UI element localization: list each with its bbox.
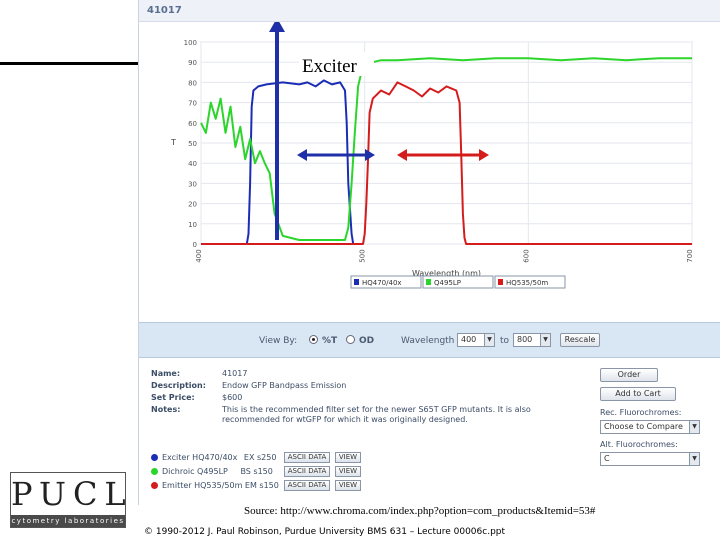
ascii-data-button[interactable]: ASCII DATA <box>284 480 330 491</box>
compare-select-value: Choose to Compare <box>604 422 683 431</box>
add-to-cart-button[interactable]: Add to Cart <box>600 387 676 401</box>
name-key: Name: <box>151 369 181 378</box>
exciter-label: Exciter <box>302 56 358 77</box>
order-button[interactable]: Order <box>600 368 658 382</box>
component-size: EX s250 <box>243 453 277 462</box>
component-row-emitter: Emitter HQ535/50m EM s150 ASCII DATA VIE… <box>151 480 591 492</box>
name-value: 41017 <box>222 369 248 378</box>
y-tick-label: 30 <box>188 180 197 188</box>
view-button[interactable]: VIEW <box>335 466 361 477</box>
legend-label: HQ470/40x <box>362 279 402 287</box>
chart-svg: 0102030405060708090100400 500 600 700TWavel… <box>170 18 694 289</box>
component-text: Emitter HQ535/50m EM s150 <box>162 481 279 490</box>
x-tick-label: 600 <box>522 249 530 262</box>
product-info: Name: 41017 Description: Endow GFP Bandp… <box>139 358 720 505</box>
component-part: Q495LP <box>197 467 228 476</box>
set-price-key: Set Price: <box>151 393 195 402</box>
pct-t-label: %T <box>322 336 338 346</box>
wavelength-label: Wavelength <box>401 336 455 346</box>
ascii-data-button[interactable]: ASCII DATA <box>284 452 330 463</box>
component-part: HQ470/40x <box>192 453 238 462</box>
wavelength-to-value: 800 <box>517 335 533 344</box>
chevron-down-icon: ▼ <box>689 453 699 465</box>
alt-select-value: C <box>604 454 610 463</box>
component-row-dichroic: Dichroic Q495LP BS s150 ASCII DATA VIEW <box>151 466 591 478</box>
pucl-logo: PUCL cytometry laboratories <box>10 472 126 528</box>
compare-select[interactable]: Choose to Compare ▼ <box>600 420 700 434</box>
logo-subtitle: cytometry laboratories <box>11 515 125 527</box>
component-row-exciter: Exciter HQ470/40x EX s250 ASCII DATA VIE… <box>151 452 591 464</box>
legend-label: Q495LP <box>434 279 461 287</box>
source-citation: Source: http://www.chroma.com/index.php?… <box>244 505 596 517</box>
component-text: Dichroic Q495LP BS s150 <box>162 467 273 476</box>
component-label: Emitter <box>162 481 192 490</box>
description-key: Description: <box>151 381 206 390</box>
product-id: 41017 <box>147 5 182 16</box>
view-by-label: View By: <box>259 336 298 346</box>
series-color-dot <box>151 468 158 475</box>
wavelength-from-value: 400 <box>461 335 477 344</box>
logo-wordmark: PUCL <box>11 475 133 513</box>
chevron-down-icon: ▼ <box>540 334 550 346</box>
chevron-down-icon: ▼ <box>484 334 494 346</box>
notes-line-1: This is the recommended filter set for t… <box>222 405 531 414</box>
y-tick-label: 20 <box>188 201 197 209</box>
alt-fluorochromes-select[interactable]: C ▼ <box>600 452 700 466</box>
rescale-button[interactable]: Rescale <box>560 333 600 347</box>
component-text: Exciter HQ470/40x EX s250 <box>162 453 276 462</box>
x-tick-label: 500 <box>359 249 367 262</box>
ascii-data-button[interactable]: ASCII DATA <box>284 466 330 477</box>
x-tick-label: 400 <box>195 249 203 262</box>
exciter-arrow-head <box>269 18 285 32</box>
y-axis-label: T <box>170 138 176 147</box>
od-radio[interactable] <box>346 335 355 344</box>
legend-swatch <box>498 279 503 285</box>
view-button[interactable]: VIEW <box>335 452 361 463</box>
component-size: BS s150 <box>240 467 273 476</box>
series-color-dot <box>151 454 158 461</box>
copyright-notice: © 1990-2012 J. Paul Robinson, Purdue Uni… <box>144 527 506 537</box>
slide-title-rule <box>0 62 138 65</box>
y-tick-label: 40 <box>188 160 197 168</box>
y-tick-label: 10 <box>188 221 197 229</box>
od-label: OD <box>359 336 375 346</box>
series-color-dot <box>151 482 158 489</box>
wavelength-from-select[interactable]: 400 ▼ <box>457 333 495 347</box>
x-tick-label: 700 <box>686 249 694 262</box>
y-tick-label: 60 <box>188 120 197 128</box>
legend-label: HQ535/50m <box>506 279 548 287</box>
component-size: EM s150 <box>244 481 279 490</box>
alt-fluorochromes-label: Alt. Fluorochromes: <box>600 440 678 449</box>
pct-t-radio[interactable] <box>309 335 318 344</box>
component-label: Exciter <box>162 453 190 462</box>
component-label: Dichroic <box>162 467 195 476</box>
legend-swatch <box>426 279 431 285</box>
notes-key: Notes: <box>151 405 181 414</box>
transmission-chart: 0 10 20 30 40 50 60 70 80 90 100 400 500 600 700 T Wavel… <box>139 18 720 322</box>
component-part: HQ535/50m <box>194 481 243 490</box>
view-button[interactable]: VIEW <box>335 480 361 491</box>
y-tick-label: 0 <box>193 241 197 249</box>
wavelength-to-select[interactable]: 800 ▼ <box>513 333 551 347</box>
view-controls: View By: %T OD Wavelength 400 ▼ to 800 ▼… <box>139 322 720 358</box>
chevron-down-icon: ▼ <box>689 421 699 433</box>
legend-swatch <box>354 279 359 285</box>
rec-fluorochromes-label: Rec. Fluorochromes: <box>600 408 682 417</box>
y-tick-label: 80 <box>188 79 197 87</box>
to-label: to <box>500 336 510 346</box>
y-tick-label: 70 <box>188 100 197 108</box>
product-header: 41017 <box>139 0 720 22</box>
notes-line-2: recommended for wtGFP for which it was o… <box>222 415 468 424</box>
y-tick-label: 50 <box>188 140 197 148</box>
y-tick-label: 100 <box>184 39 197 47</box>
chroma-product-screenshot: 41017 0 10 20 30 40 50 60 70 80 90 100 400 500 600 700… <box>138 0 720 505</box>
description-value: Endow GFP Bandpass Emission <box>222 381 347 390</box>
set-price-value: $600 <box>222 393 243 402</box>
y-tick-label: 90 <box>188 59 197 67</box>
